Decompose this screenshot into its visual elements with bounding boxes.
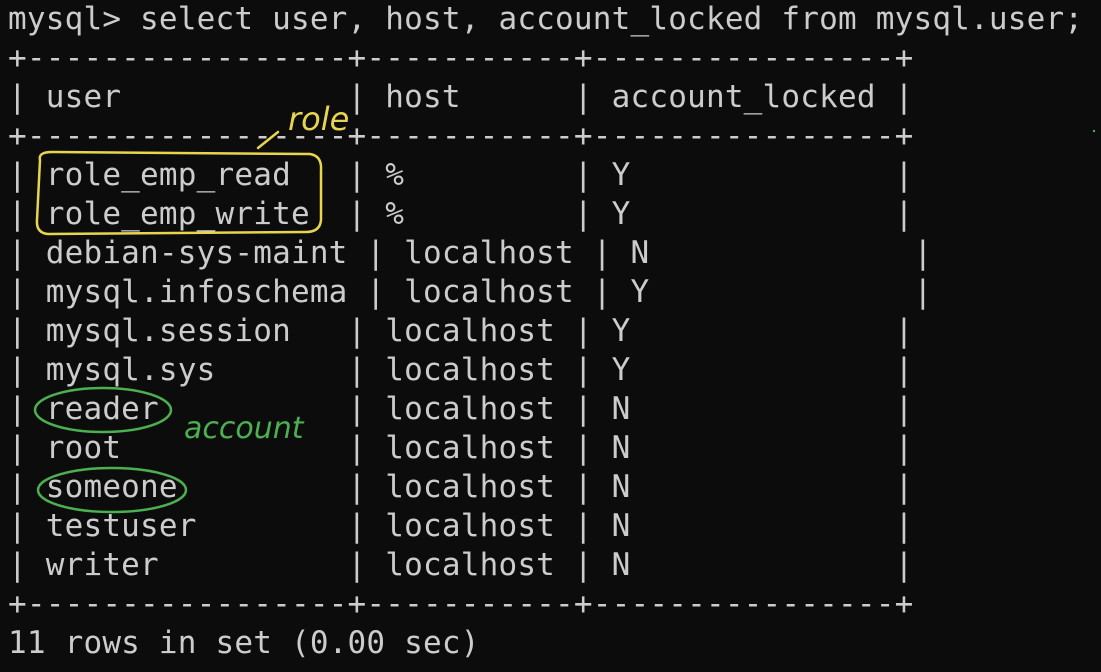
table-row: | mysql.infoschema | localhost | Y | [8, 274, 933, 310]
table-row: | reader | localhost | N | [8, 391, 914, 427]
sql-command: select user, host, account_locked from m… [140, 1, 1084, 37]
mysql-prompt: mysql> [8, 1, 141, 37]
table-row: | role_emp_write | % | Y | [8, 196, 914, 232]
table-border-header: +-----------------+-----------+---------… [8, 118, 914, 154]
terminal-window[interactable]: mysql> select user, host, account_locked… [0, 0, 1101, 672]
table-row: | role_emp_read | % | Y | [8, 157, 914, 193]
table-row: | mysql.session | localhost | Y | [8, 313, 914, 349]
table-header-row: | user | host | account_locked | [8, 79, 914, 115]
table-border-top: +-----------------+-----------+---------… [8, 40, 914, 76]
table-border-bottom: +-----------------+-----------+---------… [8, 586, 914, 622]
result-summary: 11 rows in set (0.00 sec) [8, 625, 480, 661]
table-row: | debian-sys-maint | localhost | N | [8, 235, 933, 271]
table-row: | root | localhost | N | [8, 430, 914, 466]
table-row: | someone | localhost | N | [8, 469, 914, 505]
table-row: | mysql.sys | localhost | Y | [8, 352, 914, 388]
table-row: | testuser | localhost | N | [8, 508, 914, 544]
command-line: mysql> select user, host, account_locked… [8, 0, 1083, 39]
table-row: | writer | localhost | N | [8, 547, 914, 583]
